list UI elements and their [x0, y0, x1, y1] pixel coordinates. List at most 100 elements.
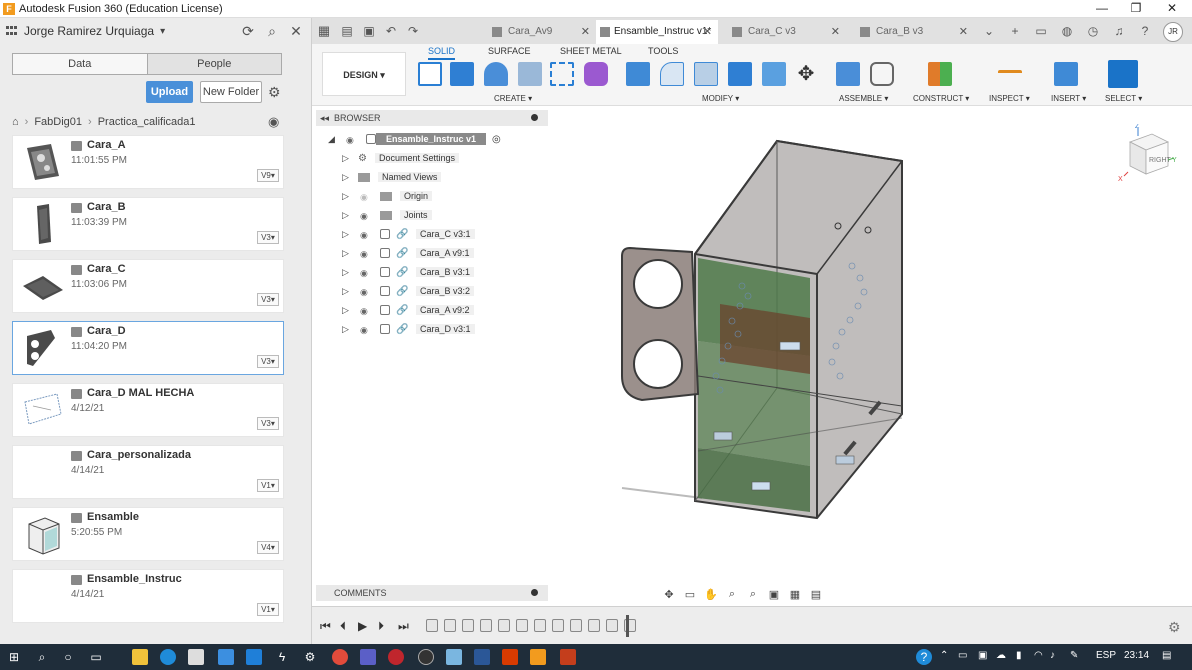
opera-icon[interactable]: [388, 649, 404, 665]
create-menu[interactable]: CREATE ▾: [494, 94, 532, 103]
grid-settings-icon[interactable]: ▦: [786, 588, 804, 601]
insert-menu[interactable]: INSERT ▾: [1051, 94, 1086, 103]
language-indicator[interactable]: ESP: [1096, 650, 1116, 661]
expand-triangle-icon[interactable]: ▷: [342, 324, 352, 335]
3d-viewport[interactable]: [312, 106, 1192, 606]
battery-icon[interactable]: ▭: [958, 650, 967, 661]
step-forward-icon[interactable]: ⏵: [378, 619, 384, 634]
measure-icon[interactable]: [998, 70, 1022, 80]
tree-item[interactable]: ▷ ◉ Origin: [342, 188, 433, 204]
mail-icon[interactable]: [218, 649, 234, 665]
visibility-eye-icon[interactable]: ◉: [360, 249, 374, 259]
shell-icon[interactable]: [694, 62, 718, 86]
notification-center-icon[interactable]: ▤: [1162, 650, 1171, 661]
expand-triangle-icon[interactable]: ▷: [342, 210, 352, 221]
wifi-icon[interactable]: ◠: [1034, 650, 1043, 661]
search-icon[interactable]: ⌕: [264, 23, 280, 39]
doc-tab[interactable]: Cara_Av9 ✕: [480, 20, 596, 44]
timeline-settings-gear-icon[interactable]: ⚙: [1168, 619, 1181, 636]
collapse-icon[interactable]: ◂◂: [320, 110, 329, 126]
timeline-feature[interactable]: [588, 619, 600, 632]
pen-icon[interactable]: ✎: [1070, 650, 1078, 661]
cortana-icon[interactable]: ○: [60, 649, 76, 665]
fusion-taskbar-icon[interactable]: [530, 649, 546, 665]
tree-item[interactable]: ▷ ◉ 🔗 Cara_B v3:2: [342, 283, 475, 299]
close-tab-icon[interactable]: ✕: [959, 20, 968, 44]
zoom-icon[interactable]: ⌕: [723, 588, 741, 601]
gear-icon[interactable]: ⚙: [268, 84, 281, 101]
visibility-eye-icon[interactable]: ◉: [360, 306, 374, 316]
settings-gear-icon[interactable]: ⚙: [302, 649, 318, 665]
doc-tab-active[interactable]: Ensamble_Instruc v1* ✕: [596, 20, 718, 44]
chevron-down-icon[interactable]: ▾: [160, 26, 165, 37]
visibility-eye-icon[interactable]: ◉: [360, 192, 374, 202]
volume-icon[interactable]: ♪: [1050, 650, 1055, 661]
dropbox-icon[interactable]: [246, 649, 262, 665]
file-item[interactable]: Ensamble_Instruc 4/14/21 V1▾: [12, 569, 284, 623]
clock[interactable]: 23:14: [1124, 650, 1149, 661]
close-window-button[interactable]: ✕: [1152, 0, 1192, 18]
tree-item[interactable]: ▷ Named Views: [342, 169, 442, 185]
create-sketch-icon[interactable]: [418, 62, 442, 86]
timeline-feature[interactable]: [534, 619, 546, 632]
construct-menu[interactable]: CONSTRUCT ▾: [913, 94, 969, 103]
save-icon[interactable]: ▣: [358, 18, 380, 44]
joint-icon[interactable]: [870, 62, 894, 86]
tree-item[interactable]: ▷ ◉ 🔗 Cara_D v3:1: [342, 321, 475, 337]
job-status-icon[interactable]: ▭: [1032, 22, 1050, 40]
file-explorer-icon[interactable]: [132, 649, 148, 665]
notepad-icon[interactable]: [446, 649, 462, 665]
github-icon[interactable]: [418, 649, 434, 665]
close-tab-icon[interactable]: ✕: [703, 20, 712, 44]
teams-icon[interactable]: [360, 649, 376, 665]
tab-tools[interactable]: TOOLS: [648, 46, 678, 56]
offset-plane-icon[interactable]: [928, 62, 952, 86]
tray-chevron-icon[interactable]: ⌃: [940, 650, 948, 661]
go-to-end-icon[interactable]: ⏭: [398, 619, 409, 634]
fillet-icon[interactable]: [660, 62, 684, 86]
expand-triangle-icon[interactable]: ▷: [342, 191, 352, 202]
close-tab-icon[interactable]: ✕: [581, 20, 590, 44]
select-icon[interactable]: [1108, 60, 1138, 88]
visibility-eye-icon[interactable]: ◉: [346, 135, 360, 145]
timeline-feature[interactable]: [498, 619, 510, 632]
visibility-eye-icon[interactable]: ◉: [360, 268, 374, 278]
file-item[interactable]: Ensamble 5:20:55 PM V4▾: [12, 507, 284, 561]
tab-data[interactable]: Data: [13, 54, 148, 74]
tab-surface[interactable]: SURFACE: [488, 46, 531, 56]
timeline-feature[interactable]: [462, 619, 474, 632]
power-automate-icon[interactable]: ϟ: [274, 649, 290, 665]
onedrive-icon[interactable]: ☁: [996, 650, 1006, 661]
expand-triangle-icon[interactable]: ▷: [342, 248, 352, 259]
hole-icon[interactable]: [518, 62, 542, 86]
modify-menu[interactable]: MODIFY ▾: [702, 94, 739, 103]
redo-icon[interactable]: ↷: [402, 18, 424, 44]
maximize-button[interactable]: ❐: [1116, 0, 1156, 18]
powerpoint-icon[interactable]: [560, 649, 576, 665]
go-to-start-icon[interactable]: ⏮: [320, 619, 331, 634]
viewports-icon[interactable]: ▤: [807, 588, 825, 601]
doc-tab[interactable]: Cara_C v3 ✕: [720, 20, 846, 44]
orbit-icon[interactable]: ✥: [660, 588, 678, 601]
tree-item[interactable]: ▷ ⚙ Document Settings: [342, 150, 460, 166]
file-item[interactable]: Cara_D 11:04:20 PM V3▾: [12, 321, 284, 375]
microphone-icon[interactable]: ▮: [1016, 650, 1022, 661]
version-badge[interactable]: V3▾: [257, 355, 279, 368]
extensions-icon[interactable]: ◍: [1058, 22, 1076, 40]
version-badge[interactable]: V1▾: [257, 603, 279, 616]
press-pull-icon[interactable]: [626, 62, 650, 86]
browser-header[interactable]: ◂◂ BROWSER: [316, 110, 548, 126]
expand-triangle-icon[interactable]: ▷: [342, 305, 352, 316]
tab-solid[interactable]: SOLID: [428, 46, 456, 60]
move-copy-icon[interactable]: ✥: [794, 62, 818, 86]
home-icon[interactable]: ⌂: [12, 116, 19, 128]
tree-item[interactable]: ▷ ◉ 🔗 Cara_C v3:1: [342, 226, 475, 242]
version-badge[interactable]: V1▾: [257, 479, 279, 492]
extrude-icon[interactable]: [450, 62, 474, 86]
help-icon[interactable]: ?: [1136, 22, 1154, 40]
expand-triangle-icon[interactable]: ▷: [342, 267, 352, 278]
play-icon[interactable]: ▶: [358, 619, 367, 633]
team-hub-icon[interactable]: [6, 26, 18, 36]
tree-item[interactable]: ▷ ◉ 🔗 Cara_A v9:2: [342, 302, 474, 318]
refresh-icon[interactable]: ⟳: [240, 23, 256, 39]
